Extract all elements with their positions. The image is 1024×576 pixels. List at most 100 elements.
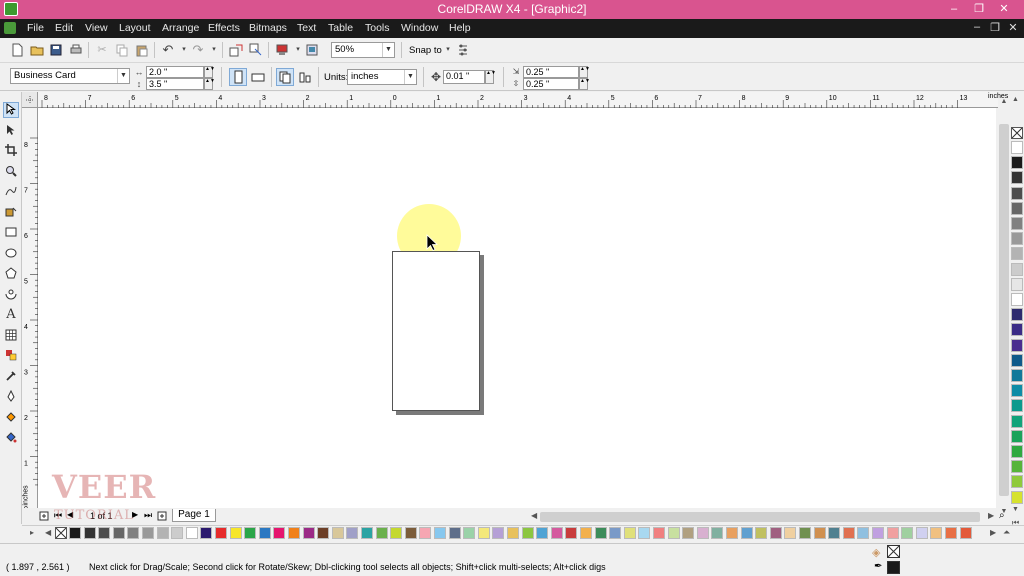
palette-swatch[interactable]: [244, 527, 257, 539]
menu-table[interactable]: Table: [328, 22, 353, 34]
snap-to-button[interactable]: Snap to: [409, 45, 442, 56]
palette-swatch[interactable]: [726, 527, 738, 539]
palette-swatch[interactable]: [156, 527, 169, 539]
welcome-screen-icon[interactable]: [304, 42, 320, 58]
outline-color-indicator[interactable]: [887, 561, 900, 574]
pick-tool-icon[interactable]: [3, 102, 19, 118]
interactive-fill-tool-icon[interactable]: [3, 430, 19, 446]
palette-swatch[interactable]: [711, 527, 724, 539]
doc-minimize-button[interactable]: –: [970, 21, 984, 33]
portrait-button[interactable]: [229, 68, 247, 86]
outline-pen-icon[interactable]: ✒: [874, 561, 882, 572]
palette-swatch[interactable]: [521, 527, 534, 539]
palette-swatch[interactable]: [404, 527, 417, 539]
palette-swatch[interactable]: [229, 527, 242, 539]
palette-swatch[interactable]: [492, 527, 505, 539]
palette-swatch[interactable]: [302, 527, 315, 539]
palette-swatch[interactable]: [434, 527, 446, 539]
all-pages-layout-button[interactable]: [276, 68, 294, 86]
redo-dropdown-icon[interactable]: ▾: [206, 42, 222, 58]
close-button[interactable]: ✕: [992, 0, 1016, 18]
menu-tools[interactable]: Tools: [365, 22, 390, 34]
palette-swatch[interactable]: [872, 527, 884, 539]
menu-help[interactable]: Help: [449, 22, 471, 34]
no-fill-swatch[interactable]: [55, 527, 67, 539]
palette-swatch[interactable]: [185, 527, 198, 539]
menu-file[interactable]: File: [27, 22, 44, 34]
menu-view[interactable]: View: [85, 22, 108, 34]
menu-edit[interactable]: Edit: [55, 22, 73, 34]
palette-swatch[interactable]: [1011, 217, 1023, 230]
landscape-button[interactable]: [249, 68, 267, 86]
zoom-navigator-icon[interactable]: ⌕: [999, 510, 1005, 521]
palette-swatch[interactable]: [1011, 247, 1023, 261]
no-color-swatch[interactable]: [1011, 127, 1023, 139]
undo-icon[interactable]: ↶: [160, 42, 176, 58]
palette-swatch[interactable]: [1011, 156, 1023, 170]
palette-swatch[interactable]: [1011, 353, 1023, 367]
polygon-tool-icon[interactable]: [3, 266, 19, 282]
zoom-level-combo[interactable]: 50% ▼: [331, 42, 395, 58]
horizontal-ruler[interactable]: 8 7 6 5 4 3 2 1 0 1 2 3 4 5 6 7 8 9 10 11 12 13 inches: [22, 92, 1008, 108]
palette-swatch[interactable]: [930, 527, 943, 539]
freehand-tool-icon[interactable]: [3, 184, 19, 200]
chevron-down-icon[interactable]: ▼: [117, 69, 129, 83]
palette-swatch[interactable]: [375, 527, 388, 539]
duplicate-x-spinner[interactable]: ▲▼: [579, 66, 590, 78]
import-icon[interactable]: [228, 42, 244, 58]
rectangle-tool-icon[interactable]: [3, 225, 19, 241]
palette-swatch[interactable]: [565, 527, 578, 539]
fill-bucket-icon[interactable]: ◈: [872, 546, 880, 559]
palette-swatch[interactable]: [755, 527, 768, 539]
menu-arrange[interactable]: Arrange: [162, 22, 199, 34]
page-height-spinner[interactable]: ▲▼: [204, 78, 215, 90]
palette-swatch[interactable]: [696, 527, 709, 539]
nudge-spinner[interactable]: ▲▼: [485, 70, 496, 84]
palette-swatch[interactable]: [171, 527, 184, 539]
palette-swatch[interactable]: [200, 527, 213, 539]
palette-swatch[interactable]: [740, 527, 753, 539]
palette-swatch[interactable]: [390, 527, 403, 539]
palette-swatch[interactable]: [1011, 429, 1023, 443]
redo-icon[interactable]: ↷: [190, 42, 206, 58]
restore-button[interactable]: ❐: [967, 0, 991, 18]
palette-swatch[interactable]: [580, 527, 592, 539]
palette-swatch[interactable]: [915, 527, 928, 539]
palette-swatch[interactable]: [667, 527, 680, 539]
palette-swatch[interactable]: [550, 527, 563, 539]
palette-swatch[interactable]: [1011, 490, 1023, 504]
palette-swatch[interactable]: [842, 527, 855, 539]
zoom-tool-icon[interactable]: [3, 164, 19, 180]
palette-swatch[interactable]: [83, 527, 96, 539]
palette-swatch[interactable]: [1011, 171, 1023, 185]
scroll-up-icon[interactable]: ▲: [999, 98, 1009, 108]
duplicate-y-spinner[interactable]: ▲▼: [579, 78, 590, 90]
add-page-icon[interactable]: [39, 511, 49, 523]
shape-tool-icon[interactable]: [3, 123, 19, 139]
drawing-canvas[interactable]: [38, 108, 996, 508]
document-page[interactable]: [392, 251, 480, 411]
cut-icon[interactable]: ✂: [94, 42, 110, 58]
palette-swatch[interactable]: [463, 527, 476, 539]
text-tool-icon[interactable]: A: [3, 307, 19, 323]
add-page-after-icon[interactable]: [157, 511, 167, 523]
palette-swatch[interactable]: [813, 527, 826, 539]
export-icon[interactable]: [248, 42, 264, 58]
palette-swatch[interactable]: [1011, 338, 1023, 352]
palette-swatch[interactable]: [857, 527, 870, 539]
doc-close-button[interactable]: ✕: [1006, 21, 1020, 34]
crop-tool-icon[interactable]: [3, 143, 19, 159]
palette-swatch[interactable]: [1011, 369, 1023, 382]
palette-swatch[interactable]: [653, 527, 665, 539]
table-tool-icon[interactable]: [3, 328, 19, 344]
palette-swatch[interactable]: [828, 527, 841, 539]
scroll-left-icon[interactable]: ◀: [531, 511, 537, 520]
minimize-button[interactable]: –: [942, 0, 966, 18]
palette-swatch[interactable]: [959, 527, 972, 539]
palette-swatch[interactable]: [112, 527, 125, 539]
palette-swatch[interactable]: [361, 527, 373, 539]
duplicate-y-input[interactable]: 0.25 ": [523, 78, 579, 90]
palette-scroll-down-icon[interactable]: ▼: [1012, 506, 1019, 513]
palette-swatch[interactable]: [886, 527, 899, 539]
palette-swatch[interactable]: [477, 527, 490, 539]
